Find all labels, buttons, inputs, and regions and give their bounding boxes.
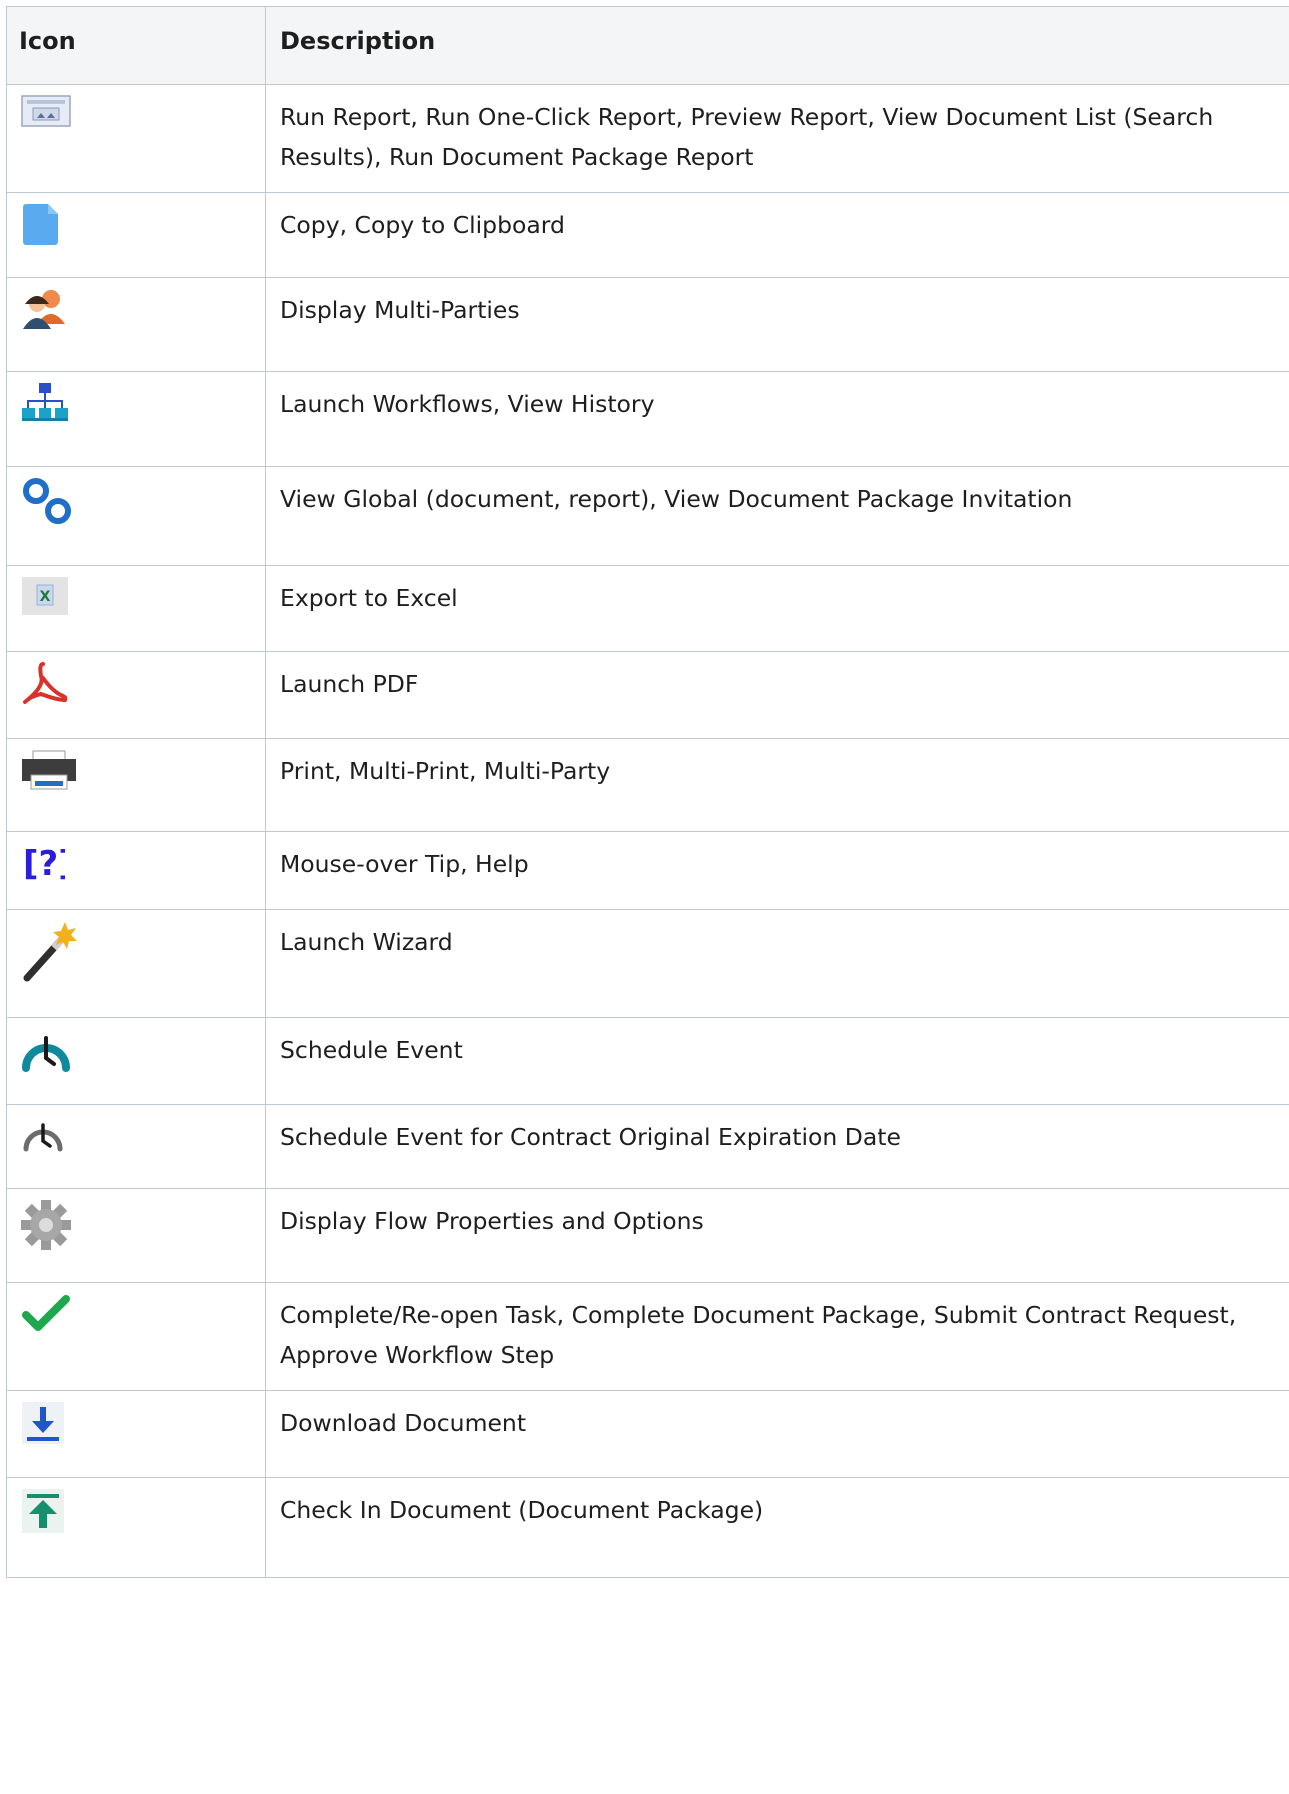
excel-icon: X [21,576,81,628]
icon-cell [6,651,266,739]
icon-cell: X [6,565,266,652]
table-row: Display Flow Properties and Options [6,1188,1289,1283]
svg-text:[?]: [?] [23,844,65,882]
description-cell: Display Flow Properties and Options [265,1188,1289,1283]
copy-icon [21,203,81,255]
table-row: Schedule Event for Contract Original Exp… [6,1104,1289,1189]
workflow-icon [21,382,81,434]
icon-cell [6,1282,266,1391]
icon-cell [6,909,266,1018]
icon-reference-table: Icon Description Run Report, Run One-Cli… [6,6,1289,1578]
table-row: Download Document [6,1390,1289,1478]
description-cell: Launch Workflows, View History [265,371,1289,467]
description-cell: View Global (document, report), View Doc… [265,466,1289,566]
icon-cell [6,277,266,372]
table-row: Schedule Event [6,1017,1289,1105]
table-row: Run Report, Run One-Click Report, Previe… [6,84,1289,193]
table-row: [?] Mouse-over Tip, Help [6,831,1289,910]
icon-cell [6,192,266,278]
table-row: Display Multi-Parties [6,277,1289,372]
description-cell: Launch PDF [265,651,1289,739]
table-row: Check In Document (Document Package) [6,1477,1289,1578]
svg-text:X: X [40,589,51,605]
icon-column-header: Icon [6,6,266,85]
checkmark-icon [21,1293,81,1345]
description-cell: Download Document [265,1390,1289,1478]
multi-parties-icon [21,288,81,340]
description-cell: Schedule Event for Contract Original Exp… [265,1104,1289,1189]
description-cell: Schedule Event [265,1017,1289,1105]
download-icon [21,1401,81,1453]
description-cell: Complete/Re-open Task, Complete Document… [265,1282,1289,1391]
table-row: Launch Wizard [6,909,1289,1018]
table-row: X Export to Excel [6,565,1289,652]
description-cell: Display Multi-Parties [265,277,1289,372]
icon-cell: [?] [6,831,266,910]
table-row: Complete/Re-open Task, Complete Document… [6,1282,1289,1391]
gear-icon [21,1199,81,1251]
icon-cell [6,1188,266,1283]
description-column-header: Description [265,6,1289,85]
icon-cell [6,371,266,467]
icon-cell [6,1390,266,1478]
description-cell: Print, Multi-Print, Multi-Party [265,738,1289,832]
wizard-wand-icon [21,920,81,982]
table-row: Copy, Copy to Clipboard [6,192,1289,278]
icon-cell [6,738,266,832]
icon-cell [6,1477,266,1578]
description-cell: Copy, Copy to Clipboard [265,192,1289,278]
description-cell: Run Report, Run One-Click Report, Previe… [265,84,1289,193]
table-row: Launch Workflows, View History [6,371,1289,467]
table-row: Print, Multi-Print, Multi-Party [6,738,1289,832]
icon-cell [6,466,266,566]
icon-cell [6,1104,266,1189]
description-cell: Check In Document (Document Package) [265,1477,1289,1578]
schedule-event-icon [21,1028,81,1080]
schedule-expiration-icon [21,1115,81,1167]
table-row: View Global (document, report), View Doc… [6,466,1289,566]
pdf-icon [21,662,81,714]
icon-cell [6,1017,266,1105]
table-header-row: Icon Description [6,6,1289,85]
table-row: Launch PDF [6,651,1289,739]
help-icon: [?] [21,842,81,894]
print-icon [21,749,81,801]
description-cell: Export to Excel [265,565,1289,652]
check-in-icon [21,1488,81,1540]
global-link-icon [21,477,81,529]
report-icon [21,95,81,147]
icon-cell [6,84,266,193]
description-cell: Mouse-over Tip, Help [265,831,1289,910]
description-cell: Launch Wizard [265,909,1289,1018]
